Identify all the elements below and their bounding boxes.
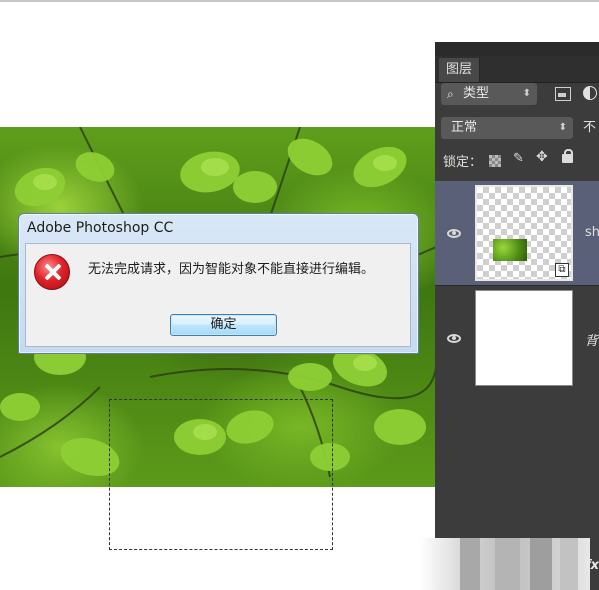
layer-name[interactable]: sh	[585, 225, 599, 240]
adjustment-filter-icon[interactable]	[583, 86, 597, 100]
layer-filter-select[interactable]: ⌕ 类型 ⬍	[441, 83, 537, 105]
layer-thumbnail	[475, 290, 573, 386]
lock-image-pixels-brush-icon[interactable]: ✎	[513, 151, 524, 166]
dialog-title: Adobe Photoshop CC	[27, 220, 174, 236]
select-arrows-icon: ⬍	[558, 122, 567, 133]
layer-filter-label: 类型	[463, 86, 490, 101]
thumbnail-image	[493, 239, 527, 261]
layer-row-background[interactable]: 背	[435, 285, 599, 390]
dialog-message: 无法完成请求，因为智能对象不能直接进行编辑。	[88, 262, 375, 277]
eye-icon[interactable]	[447, 334, 461, 343]
lock-label: 锁定：	[443, 155, 483, 170]
eye-icon[interactable]	[447, 229, 461, 238]
ok-button[interactable]: 确定	[170, 314, 277, 336]
search-icon: ⌕	[447, 87, 454, 101]
image-filter-icon[interactable]	[555, 87, 571, 101]
layer-row-smart-object[interactable]: ⧉ sh	[435, 181, 599, 285]
error-dialog: Adobe Photoshop CC 无法完成请求，因为智能对象不能直接进行编辑…	[18, 213, 419, 354]
layers-panel: 图层 ⌕ 类型 ⬍ 正常 ⬍ 不 锁定： ✎ ✥ ⧉ sh 背	[435, 42, 599, 590]
smart-object-icon: ⧉	[555, 263, 569, 277]
top-border	[0, 0, 599, 2]
lock-transparent-pixels-icon[interactable]	[489, 155, 501, 167]
selection-marquee[interactable]	[109, 399, 333, 550]
fx-icon[interactable]: fx	[585, 558, 599, 573]
layer-name[interactable]: 背	[585, 330, 598, 349]
lock-row: 锁定： ✎ ✥	[435, 147, 599, 173]
blend-mode-label: 正常	[451, 120, 478, 135]
opacity-label: 不	[583, 120, 597, 135]
error-icon	[34, 254, 70, 290]
lock-position-move-icon[interactable]: ✥	[536, 149, 548, 165]
blend-mode-select[interactable]: 正常 ⬍	[441, 117, 573, 139]
panel-header-bar	[435, 42, 599, 56]
lock-all-icon[interactable]	[562, 149, 573, 163]
layer-thumbnail: ⧉	[475, 185, 573, 281]
tab-layers[interactable]: 图层	[439, 58, 480, 82]
pixelated-overlay	[420, 538, 590, 590]
dialog-body: 无法完成请求，因为智能对象不能直接进行编辑。 确定	[25, 243, 411, 347]
select-arrows-icon: ⬍	[522, 88, 531, 99]
